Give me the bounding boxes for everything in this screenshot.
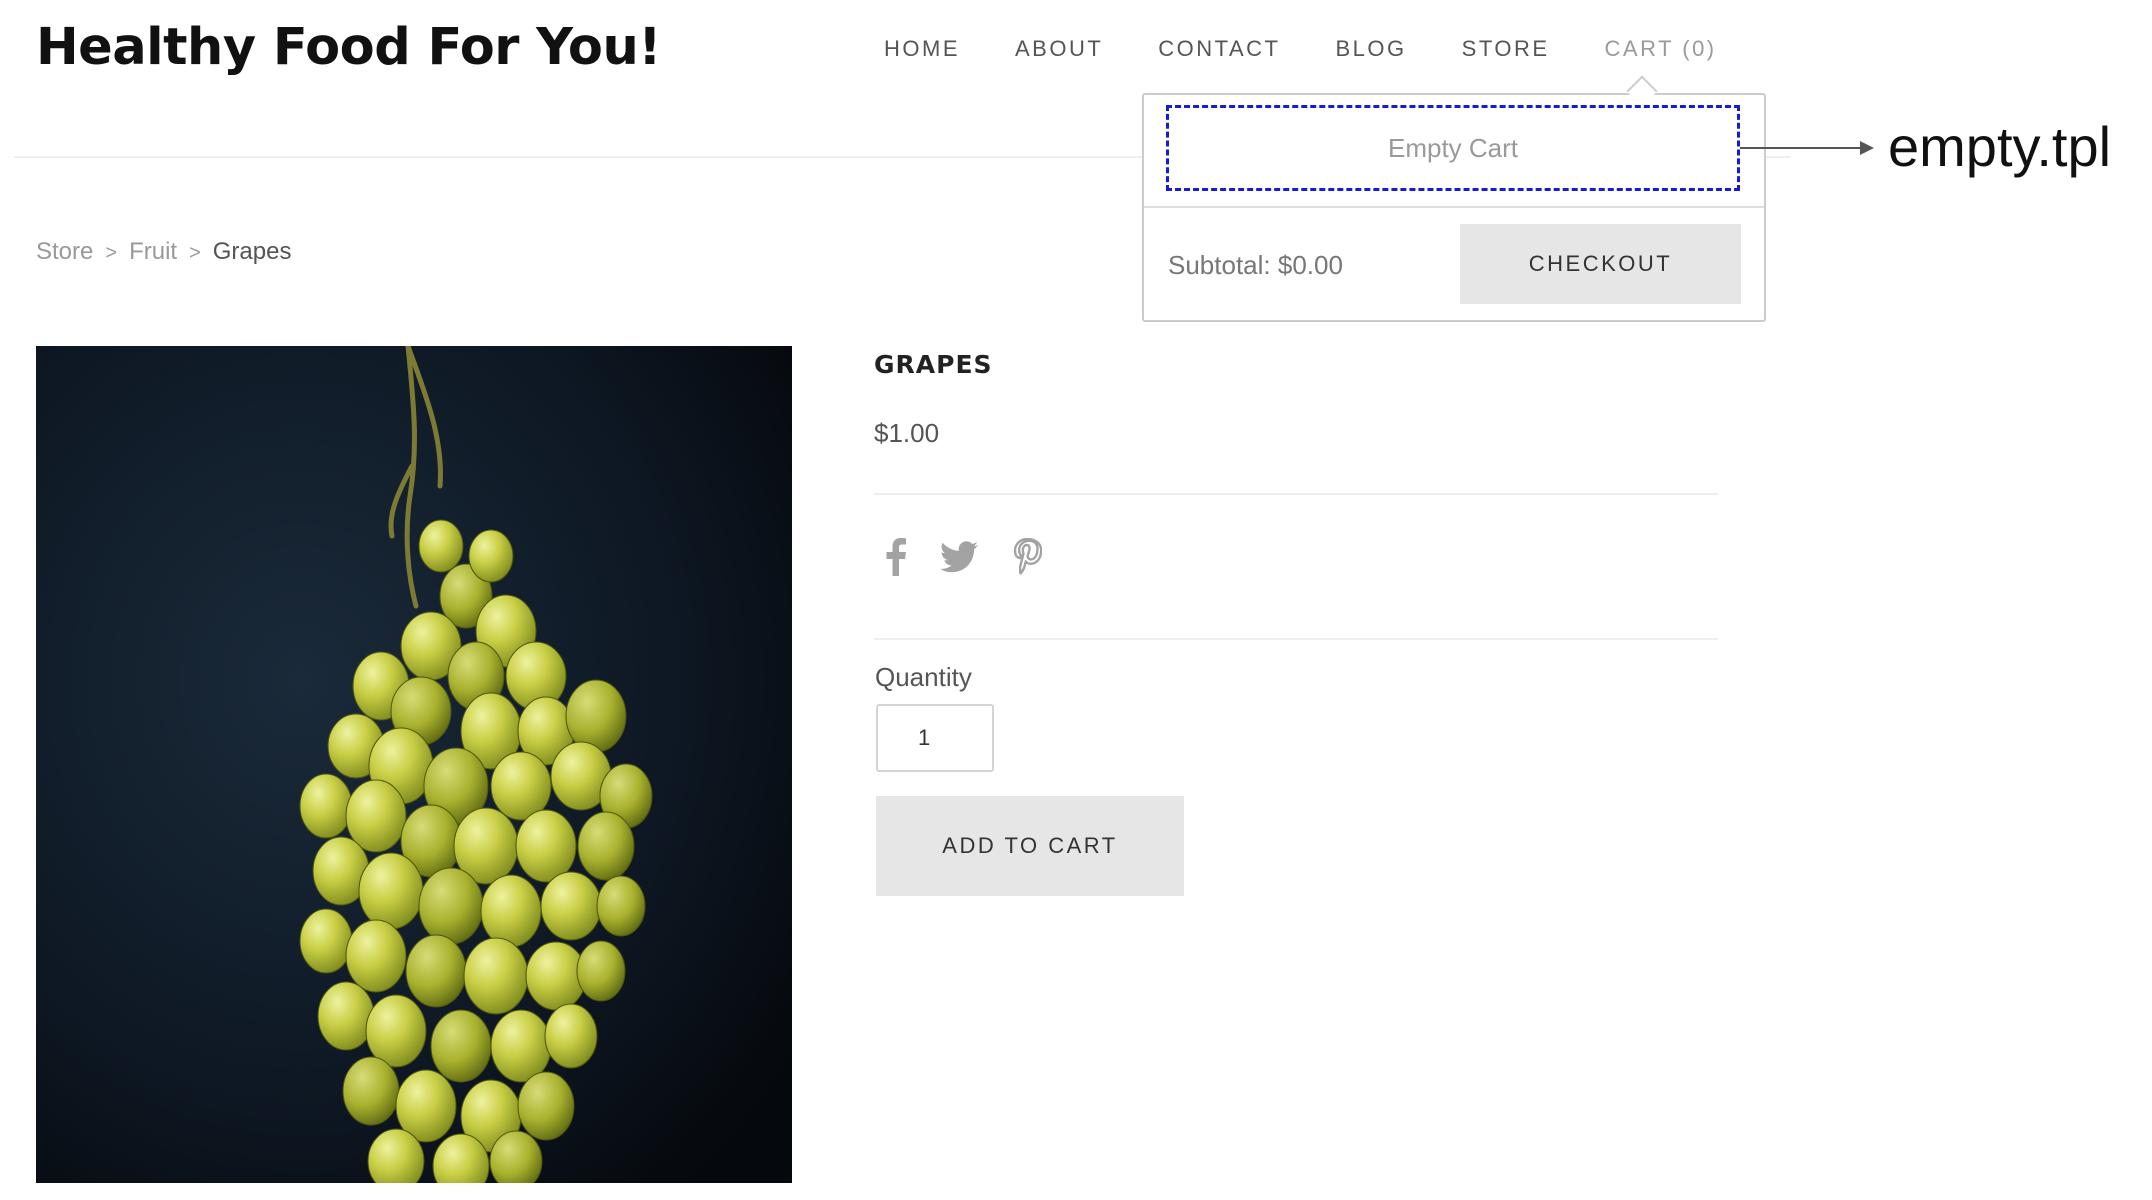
quantity-label: Quantity [875, 662, 972, 692]
breadcrumb-store[interactable]: Store [36, 238, 93, 265]
grape [342, 1056, 400, 1126]
quantity-input[interactable] [876, 704, 994, 772]
empty-cart-message: Empty Cart [1166, 105, 1740, 191]
nav-blog[interactable]: BLOG [1336, 36, 1407, 62]
divider [874, 493, 1718, 495]
share-buttons [886, 537, 1043, 581]
grapes-photo [36, 346, 792, 1183]
facebook-icon[interactable] [886, 538, 906, 581]
nav-about[interactable]: ABOUT [1015, 36, 1103, 62]
grape [317, 981, 375, 1051]
checkout-button[interactable]: CHECKOUT [1460, 224, 1741, 304]
annotation-arrow-head [1860, 141, 1874, 155]
grape [596, 875, 646, 937]
grape [299, 773, 353, 839]
main-nav: HOME ABOUT CONTACT BLOG STORE CART (0) [884, 36, 1717, 62]
nav-contact[interactable]: CONTACT [1158, 36, 1280, 62]
product-title: GRAPES [874, 350, 993, 379]
site-title[interactable]: Healthy Food For You! [36, 18, 662, 77]
cart-divider [1144, 206, 1764, 208]
nav-store[interactable]: STORE [1462, 36, 1550, 62]
breadcrumb-separator: > [105, 242, 118, 264]
annotation-arrow-line [1740, 147, 1864, 149]
grape [544, 1003, 598, 1069]
grape [515, 809, 577, 883]
grape [517, 1071, 575, 1141]
breadcrumb-current: Grapes [212, 238, 292, 265]
grape [418, 867, 484, 945]
nav-cart[interactable]: CART (0) [1605, 36, 1717, 62]
grape [468, 529, 514, 583]
product-image[interactable] [36, 346, 792, 1183]
breadcrumb-separator: > [189, 242, 201, 264]
grape [430, 1009, 492, 1083]
grape [540, 871, 602, 941]
grape [565, 679, 627, 753]
grape [490, 1009, 552, 1083]
grape [365, 994, 427, 1068]
breadcrumb: Store > Fruit > Grapes [36, 238, 291, 266]
breadcrumb-fruit[interactable]: Fruit [129, 238, 177, 265]
pinterest-icon[interactable] [1012, 537, 1043, 581]
empty-cart-text: Empty Cart [1387, 132, 1519, 163]
grape [577, 811, 635, 881]
grape [576, 940, 626, 1002]
divider [874, 638, 1718, 640]
grape [463, 937, 529, 1015]
grape [480, 874, 542, 948]
grape [405, 934, 467, 1008]
add-to-cart-button[interactable]: ADD TO CART [876, 796, 1184, 896]
nav-home[interactable]: HOME [884, 36, 960, 62]
twitter-icon[interactable] [940, 541, 978, 578]
grape [299, 908, 353, 974]
grape [418, 519, 464, 573]
grape [345, 919, 407, 993]
product-price: $1.00 [874, 418, 940, 448]
cart-subtotal: Subtotal: $0.00 [1168, 250, 1343, 280]
annotation-label: empty.tpl [1888, 115, 2112, 178]
grape [358, 852, 424, 930]
